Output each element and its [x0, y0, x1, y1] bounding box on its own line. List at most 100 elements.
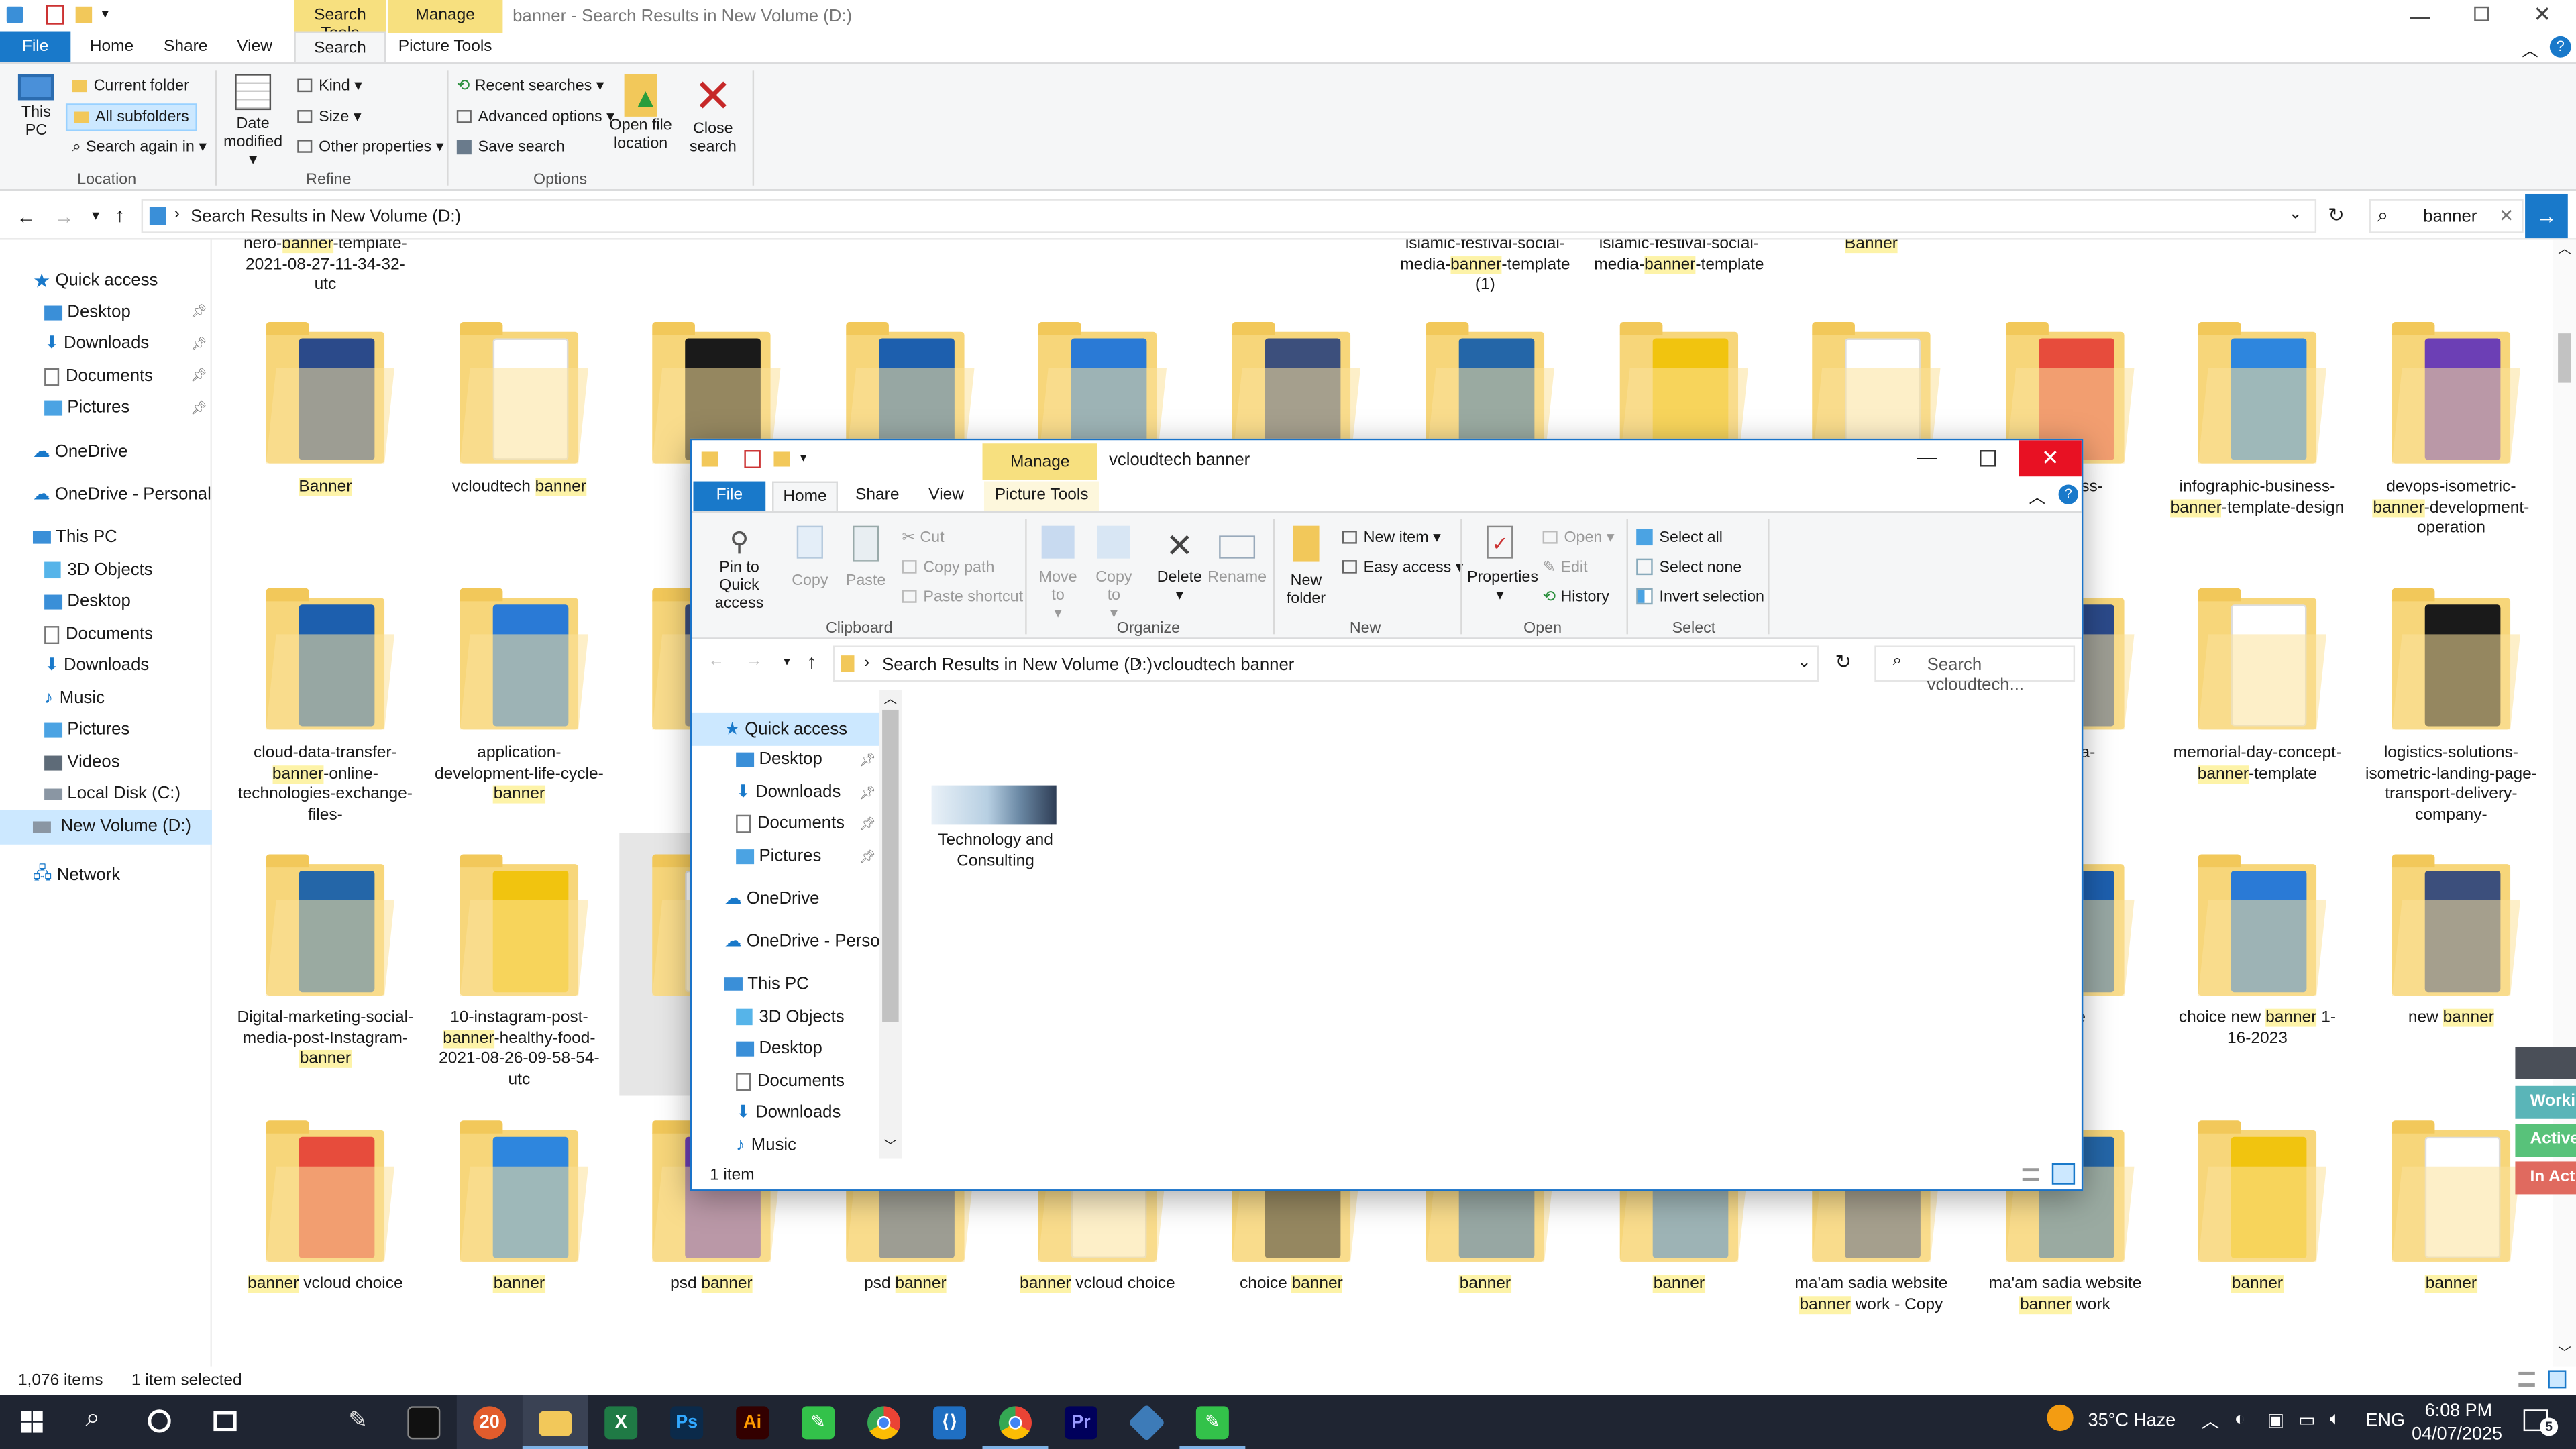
copy-path-button[interactable]: Copy path	[902, 559, 994, 577]
paste-button[interactable]: Paste	[843, 525, 889, 590]
details-view-icon[interactable]	[2518, 1371, 2535, 1387]
open-file-location-button[interactable]: ▲ Open file location	[604, 74, 677, 153]
all-subfolders-option[interactable]: All subfolders	[65, 103, 197, 131]
nav-pinned-downloads[interactable]: ⬇ Downloads	[44, 333, 149, 354]
start-button[interactable]	[0, 1395, 66, 1449]
clear-search-icon[interactable]: ✕	[2499, 205, 2514, 227]
dialog-maximize-icon[interactable]	[1980, 450, 1996, 467]
dialog-nav-quick-access[interactable]: ★ Quick access	[692, 712, 879, 746]
app-green-2[interactable]: ✎	[1179, 1395, 1246, 1449]
dialog-collapse-ribbon-icon[interactable]: ︿	[2029, 483, 2045, 508]
refresh-icon[interactable]: ↻	[2328, 204, 2345, 227]
pin-to-quick-access-button[interactable]: ⚲ Pin to Quick access	[698, 529, 780, 613]
dialog-tab-home[interactable]: Home	[772, 481, 838, 511]
dialog-nav-onedrive[interactable]: ☁ OneDrive	[724, 889, 820, 909]
dialog-address-dropdown-icon[interactable]: ⌄	[1797, 654, 1811, 672]
app-zoom[interactable]: 20	[456, 1395, 523, 1449]
dialog-nav-desktop[interactable]: Desktop	[736, 749, 822, 769]
dialog-close-button[interactable]: ✕	[2019, 440, 2082, 477]
dialog-recent-icon[interactable]: ▾	[784, 654, 790, 669]
tab-home[interactable]: Home	[77, 32, 146, 63]
help-icon[interactable]: ?	[2549, 36, 2571, 58]
network-icon[interactable]: ▭	[2298, 1409, 2315, 1431]
new-folder-button[interactable]: New folder	[1280, 525, 1332, 608]
app-excel[interactable]: X	[588, 1395, 654, 1449]
collapse-ribbon-icon[interactable]: ︿	[2522, 36, 2538, 61]
nav-new-volume-d[interactable]: New Volume (D:)	[32, 816, 191, 837]
close-icon[interactable]: ✕	[2533, 1, 2551, 28]
new-item-dropdown[interactable]: New item ▾	[1342, 529, 1441, 547]
nav-onedrive[interactable]: ☁ OneDrive	[33, 442, 128, 462]
app-blue-diamond[interactable]	[1114, 1395, 1179, 1449]
app-green-1[interactable]: ✎	[786, 1395, 851, 1449]
tab-file[interactable]: File	[0, 31, 71, 63]
properties-quick-icon[interactable]	[744, 450, 761, 468]
current-folder-option[interactable]: Current folder	[72, 77, 189, 95]
dialog-tab-share[interactable]: Share	[845, 482, 910, 511]
dialog-nav-scrollbar[interactable]: ︿ ﹀	[879, 690, 902, 1159]
scroll-down-icon[interactable]: ﹀	[884, 1137, 898, 1155]
nav-this-pc[interactable]: This PC	[32, 527, 117, 547]
copy-to-button[interactable]: Copy to ▾	[1089, 525, 1138, 623]
clock-time[interactable]: 6:08 PM	[2425, 1401, 2492, 1421]
dialog-nav-downloads[interactable]: ⬇ Downloads	[736, 782, 841, 802]
this-pc-button[interactable]: This PC	[10, 74, 62, 140]
maximize-icon[interactable]	[2474, 6, 2489, 21]
app-chrome-2[interactable]	[982, 1395, 1049, 1449]
app-premiere[interactable]: Pr	[1048, 1395, 1114, 1449]
app-illustrator[interactable]: Ai	[720, 1395, 786, 1449]
other-properties-dropdown[interactable]: Other properties ▾	[297, 138, 443, 156]
toast-active[interactable]: Active	[2515, 1124, 2576, 1157]
date-modified-button[interactable]: Date modified ▾	[220, 74, 286, 169]
tab-share[interactable]: Share	[151, 32, 220, 63]
app-file-explorer[interactable]	[522, 1395, 588, 1449]
cortana-button[interactable]	[128, 1395, 194, 1449]
toast-inactive[interactable]: In Act	[2515, 1161, 2576, 1195]
details-view-icon[interactable]	[2022, 1168, 2039, 1181]
cut-button[interactable]: ✂ Cut	[902, 529, 945, 547]
properties-quick-icon[interactable]	[46, 5, 64, 25]
dialog-refresh-icon[interactable]: ↻	[1835, 651, 1852, 674]
scroll-down-icon[interactable]: ﹀	[2558, 1344, 2571, 1362]
new-folder-quick-icon[interactable]	[773, 451, 790, 467]
dialog-tab-view[interactable]: View	[915, 482, 977, 511]
dialog-nav-documents[interactable]: Documents	[736, 813, 845, 833]
large-icons-view-icon[interactable]	[2548, 1370, 2567, 1389]
dialog-nav-desktop-pc[interactable]: Desktop	[736, 1038, 822, 1058]
kind-dropdown[interactable]: Kind ▾	[297, 77, 362, 95]
dialog-nav-music[interactable]: ♪ Music	[736, 1135, 796, 1155]
nav-pinned-pictures[interactable]: Pictures	[44, 398, 129, 417]
easy-access-dropdown[interactable]: Easy access ▾	[1342, 559, 1463, 577]
nav-onedrive-personal[interactable]: ☁ OneDrive - Personal	[33, 484, 211, 504]
tray-meet-icon[interactable]: ▣	[2267, 1409, 2284, 1431]
address-dropdown-icon[interactable]: ⌄	[2288, 205, 2302, 223]
dialog-nav-onedrive-personal[interactable]: ☁ OneDrive - Person	[724, 932, 890, 952]
task-view-button[interactable]	[194, 1395, 260, 1449]
tab-view[interactable]: View	[222, 32, 288, 63]
app-pen[interactable]: ✎	[325, 1395, 391, 1449]
quick-access-dropdown-icon[interactable]: ▾	[800, 450, 807, 465]
nav-pictures[interactable]: Pictures	[44, 720, 129, 739]
search-box[interactable]: ⌕ banner ✕	[2369, 199, 2524, 233]
weather-text[interactable]: 35°C Haze	[2088, 1411, 2176, 1431]
language-indicator[interactable]: ENG	[2366, 1411, 2405, 1431]
dialog-minimize-icon[interactable]: —	[1917, 445, 1937, 468]
dialog-nav-downloads-pc[interactable]: ⬇ Downloads	[736, 1102, 841, 1122]
advanced-options-dropdown[interactable]: Advanced options ▾	[456, 109, 614, 127]
dialog-nav-this-pc[interactable]: This PC	[724, 974, 809, 994]
up-icon[interactable]: ↑	[115, 204, 125, 227]
delete-button[interactable]: ✕ Delete ▾	[1155, 526, 1204, 605]
copy-button[interactable]: Copy	[787, 525, 833, 590]
save-search-button[interactable]: Save search	[456, 138, 565, 156]
size-dropdown[interactable]: Size ▾	[297, 109, 362, 127]
large-icons-view-icon[interactable]	[2051, 1163, 2076, 1185]
tab-search[interactable]: Search	[294, 31, 386, 63]
app-chrome[interactable]	[851, 1395, 917, 1449]
nav-downloads[interactable]: ⬇ Downloads	[44, 655, 149, 676]
nav-3d-objects[interactable]: 3D Objects	[44, 560, 153, 580]
search-go-button[interactable]: →	[2525, 193, 2568, 239]
toast-working[interactable]: Worki	[2515, 1085, 2576, 1119]
back-icon[interactable]: ←	[16, 205, 36, 228]
history-button[interactable]: ⟲ History	[1543, 588, 1609, 606]
dialog-up-icon[interactable]: ↑	[806, 651, 816, 674]
